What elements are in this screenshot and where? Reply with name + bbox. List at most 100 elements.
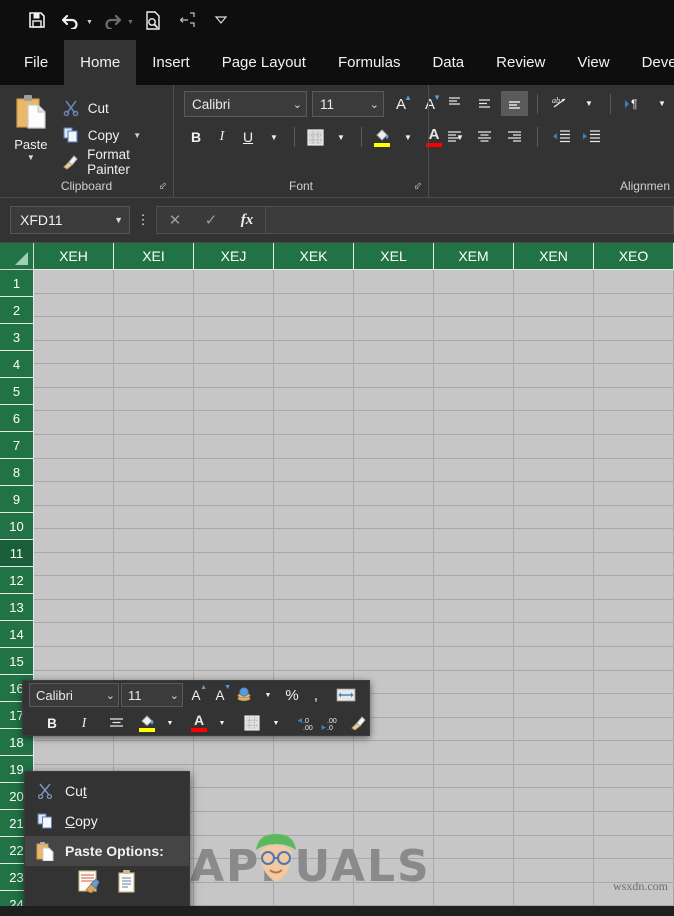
- grid-cell-XEO12[interactable]: [594, 529, 674, 553]
- grid-cell-XEH5[interactable]: [34, 364, 114, 388]
- redo-dropdown-icon[interactable]: ▼: [127, 19, 134, 26]
- grid-cell-XEJ9[interactable]: [194, 458, 274, 483]
- mini-percent-button[interactable]: %: [281, 683, 303, 707]
- clipboard-dialog-launcher-icon[interactable]: ⬃: [159, 181, 167, 192]
- grid-cell-XEO22[interactable]: [594, 764, 674, 789]
- grid-cell-XEN18[interactable]: [514, 670, 594, 695]
- align-right-button[interactable]: [501, 124, 528, 149]
- grid-cell-XEM6[interactable]: [434, 387, 514, 412]
- redo-arrow-icon[interactable]: [97, 6, 127, 34]
- grid-cell-XEL1[interactable]: [354, 270, 434, 294]
- grid-cell-XEN6[interactable]: [514, 387, 594, 412]
- grid-cell-XEM14[interactable]: [434, 576, 514, 600]
- grid-cell-XEN9[interactable]: [514, 458, 594, 483]
- grid-cell-XEJ13[interactable]: [194, 552, 274, 577]
- save-icon[interactable]: [22, 6, 52, 34]
- grid-cell-XEO9[interactable]: [594, 458, 674, 483]
- grid-cell-XEO23[interactable]: [594, 788, 674, 812]
- grid-cell-XEL3[interactable]: [354, 317, 434, 341]
- grid-cell-XEN5[interactable]: [514, 364, 594, 388]
- tab-review[interactable]: Review: [480, 40, 561, 85]
- row-header-13[interactable]: 13: [0, 594, 34, 621]
- grid-cell-XEK9[interactable]: [274, 458, 354, 483]
- grid-cell-XEJ27[interactable]: [194, 882, 274, 906]
- grid-cell-XEH10[interactable]: [34, 482, 114, 506]
- grid-cell-XEJ14[interactable]: [194, 576, 274, 600]
- italic-button[interactable]: I: [210, 125, 234, 149]
- grid-cell-XEN2[interactable]: [514, 293, 594, 318]
- context-menu-item-cut[interactable]: Cut: [25, 776, 189, 806]
- grid-cell-XEO15[interactable]: [594, 599, 674, 624]
- name-box-dropdown-icon[interactable]: ▼: [114, 215, 123, 225]
- grid-cell-XEJ25[interactable]: [194, 835, 274, 860]
- column-header-xek[interactable]: XEK: [274, 243, 354, 270]
- grid-cell-XEL23[interactable]: [354, 788, 434, 812]
- grid-cell-XEI2[interactable]: [114, 293, 194, 318]
- grid-cell-XEM18[interactable]: [434, 670, 514, 695]
- align-top-button[interactable]: [441, 91, 468, 116]
- mini-grow-font-button[interactable]: A ▲: [185, 683, 207, 707]
- grid-cell-XEM3[interactable]: [434, 317, 514, 341]
- touch-mode-icon[interactable]: [172, 6, 202, 34]
- grid-cell-XEM22[interactable]: [434, 764, 514, 789]
- text-direction-button[interactable]: ¶: [620, 91, 647, 116]
- grid-cell-XEJ26[interactable]: [194, 859, 274, 883]
- grid-cell-XEL24[interactable]: [354, 811, 434, 836]
- name-box[interactable]: XFD11 ▼: [10, 206, 130, 234]
- grid-cell-XEL4[interactable]: [354, 340, 434, 365]
- grid-cell-XEO14[interactable]: [594, 576, 674, 600]
- grid-cell-XEM21[interactable]: [434, 741, 514, 765]
- grid-cell-XEJ21[interactable]: [194, 741, 274, 765]
- grid-cell-XEH21[interactable]: [34, 741, 114, 765]
- borders-button[interactable]: [303, 125, 327, 149]
- paste-dropdown-icon[interactable]: ▼: [27, 153, 35, 162]
- row-header-10[interactable]: 10: [0, 513, 34, 540]
- orientation-button[interactable]: ab: [547, 91, 574, 116]
- grid-cell-XEI8[interactable]: [114, 434, 194, 459]
- grid-cell-XEH15[interactable]: [34, 599, 114, 624]
- grid-cell-XEK24[interactable]: [274, 811, 354, 836]
- grid-cell-XEM2[interactable]: [434, 293, 514, 318]
- grid-cell-XEK6[interactable]: [274, 387, 354, 412]
- grid-cell-XEK4[interactable]: [274, 340, 354, 365]
- grid-cell-XEN26[interactable]: [514, 859, 594, 883]
- grid-cell-XEN24[interactable]: [514, 811, 594, 836]
- grid-cell-XEK11[interactable]: [274, 505, 354, 530]
- grid-cell-XEH8[interactable]: [34, 434, 114, 459]
- grid-cell-XEJ11[interactable]: [194, 505, 274, 530]
- grid-cell-XEN22[interactable]: [514, 764, 594, 789]
- grid-cell-XEK2[interactable]: [274, 293, 354, 318]
- grid-cell-XEJ8[interactable]: [194, 434, 274, 459]
- grid-cell-XEN12[interactable]: [514, 529, 594, 553]
- grid-cell-XEL2[interactable]: [354, 293, 434, 318]
- select-all-corner[interactable]: [0, 243, 34, 270]
- paste-values-icon[interactable]: [115, 869, 139, 893]
- grid-cell-XEN16[interactable]: [514, 623, 594, 647]
- grid-cell-XEO13[interactable]: [594, 552, 674, 577]
- grid-cell-XEK8[interactable]: [274, 434, 354, 459]
- grid-cell-XEL15[interactable]: [354, 599, 434, 624]
- grid-cell-XEK25[interactable]: [274, 835, 354, 860]
- grid-cell-XEI21[interactable]: [114, 741, 194, 765]
- grid-cell-XEK3[interactable]: [274, 317, 354, 341]
- mini-font-size-combo[interactable]: 11 ⌄: [121, 683, 183, 707]
- fill-color-dropdown-icon[interactable]: ▼: [396, 125, 420, 149]
- grid-cell-XEM25[interactable]: [434, 835, 514, 860]
- row-header-7[interactable]: 7: [0, 432, 34, 459]
- grid-cell-XEK13[interactable]: [274, 552, 354, 577]
- grid-cell-XEJ12[interactable]: [194, 529, 274, 553]
- mini-increase-decimal-button[interactable]: .0.00: [295, 711, 317, 735]
- mini-decrease-decimal-button[interactable]: .00.0: [319, 711, 341, 735]
- row-header-11[interactable]: 11: [0, 540, 34, 567]
- grid-cell-XEN20[interactable]: [514, 717, 594, 742]
- underline-button[interactable]: U: [236, 125, 260, 149]
- grid-cell-XEL12[interactable]: [354, 529, 434, 553]
- row-header-15[interactable]: 15: [0, 648, 34, 675]
- grid-cell-XEI3[interactable]: [114, 317, 194, 341]
- grid-cell-XEI10[interactable]: [114, 482, 194, 506]
- grid-cell-XEH7[interactable]: [34, 411, 114, 435]
- grid-cell-XEM27[interactable]: [434, 882, 514, 906]
- grid-cell-XEN1[interactable]: [514, 270, 594, 294]
- grid-cell-XEN14[interactable]: [514, 576, 594, 600]
- grid-cell-XEI5[interactable]: [114, 364, 194, 388]
